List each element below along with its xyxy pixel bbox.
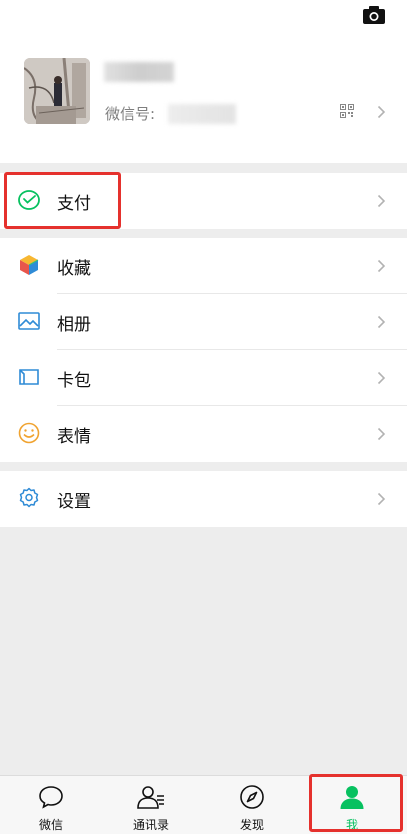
nickname-redacted	[104, 62, 174, 82]
smiley-icon	[18, 422, 40, 444]
menu-item-label: 设置	[57, 492, 91, 512]
chat-bubble-icon	[39, 786, 63, 809]
tab-label: 发现	[239, 818, 264, 832]
menu-item-pay[interactable]: 支付	[0, 173, 407, 229]
chevron-right-icon	[377, 194, 386, 208]
profile-header[interactable]: 微信号:	[0, 0, 407, 163]
menu-item-label: 相册	[57, 315, 91, 335]
chevron-right-icon	[377, 371, 386, 385]
chevron-right-icon	[377, 492, 386, 506]
person-icon	[340, 786, 364, 809]
menu-item-settings[interactable]: 设置	[0, 471, 407, 527]
tab-label: 微信	[38, 818, 63, 832]
menu-item-label: 支付	[57, 194, 91, 214]
menu-item-label: 收藏	[57, 259, 91, 279]
menu-item-cards[interactable]: 卡包	[0, 350, 407, 406]
menu-item-label: 表情	[57, 427, 91, 447]
tab-discover[interactable]: 发现	[212, 776, 292, 834]
wechat-id-redacted	[168, 104, 236, 124]
gear-icon	[19, 487, 39, 508]
picture-icon	[18, 312, 40, 330]
tab-contacts[interactable]: 通讯录	[111, 776, 191, 834]
chevron-right-icon	[377, 427, 386, 441]
chevron-right-icon	[377, 105, 386, 119]
contacts-icon	[137, 786, 164, 809]
compass-icon	[240, 785, 264, 809]
qr-code-icon[interactable]	[340, 104, 354, 118]
wechat-pay-icon	[18, 190, 40, 210]
avatar[interactable]	[24, 58, 90, 124]
chevron-right-icon	[377, 259, 386, 273]
menu-item-favorites[interactable]: 收藏	[0, 238, 407, 294]
menu-item-stickers[interactable]: 表情	[0, 406, 407, 462]
cube-icon	[20, 255, 39, 275]
bottom-tab-bar: 微信 通讯录 发现 我	[0, 775, 407, 834]
chevron-right-icon	[377, 315, 386, 329]
tab-chats[interactable]: 微信	[11, 776, 91, 834]
wechat-id-label: 微信号:	[105, 105, 156, 123]
menu-item-album[interactable]: 相册	[0, 294, 407, 350]
tab-label: 我	[345, 818, 358, 832]
tab-label: 通讯录	[132, 818, 169, 832]
camera-icon[interactable]	[362, 5, 386, 25]
card-wallet-icon	[19, 369, 39, 385]
tab-me[interactable]: 我	[312, 776, 392, 834]
menu-item-label: 卡包	[57, 371, 91, 391]
